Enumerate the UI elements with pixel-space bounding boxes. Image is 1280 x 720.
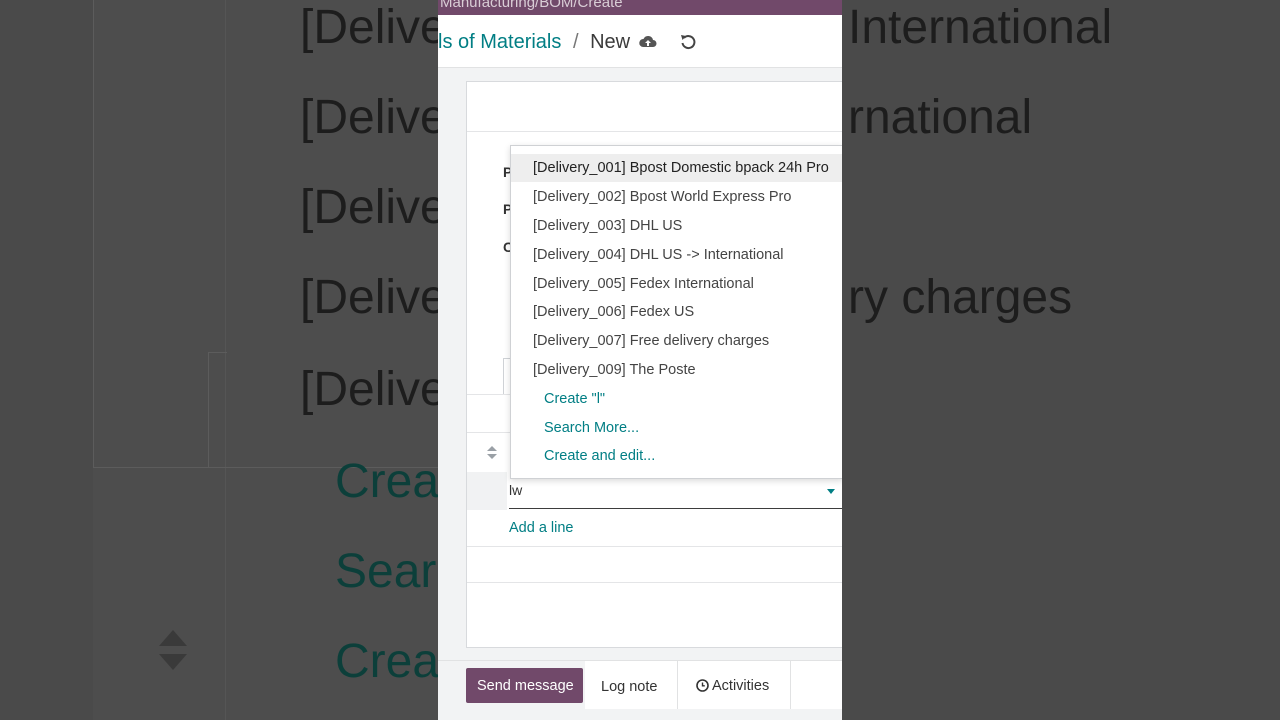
app-window: Manufacturing/BOM/Create ls of Materials…: [438, 0, 842, 720]
top-navbar: Manufacturing/BOM/Create: [438, 0, 842, 15]
background-text: [Delive: [300, 181, 447, 234]
autocomplete-dropdown: [Delivery_001] Bpost Domestic bpack 24h …: [510, 145, 842, 479]
clock-icon: [696, 679, 709, 692]
background-text: ry charges: [848, 271, 1073, 324]
dropdown-option[interactable]: [Delivery_001] Bpost Domestic bpack 24h …: [511, 154, 842, 182]
sheet-divider: [467, 131, 842, 132]
background-divider: [93, 0, 94, 468]
create-and-edit-option[interactable]: Create and edit...: [511, 442, 842, 470]
notebook-tab[interactable]: [503, 358, 510, 395]
background-text: [Delive: [300, 91, 447, 144]
chatter-topbar: Send message Log note Activities: [438, 660, 842, 720]
cloud-upload-icon[interactable]: [638, 32, 658, 52]
background-text: International: [848, 1, 1113, 54]
chatter-more: [791, 661, 842, 709]
navbar-title: Manufacturing/BOM/Create: [440, 0, 623, 11]
background-text: Creat: [335, 635, 453, 688]
log-note-button[interactable]: Log note: [585, 661, 678, 709]
dropdown-option[interactable]: [Delivery_004] DHL US -> International: [511, 241, 842, 269]
row-divider: [467, 546, 842, 547]
dropdown-option[interactable]: [Delivery_005] Fedex International: [511, 270, 842, 298]
background-text: [Delive: [300, 1, 447, 54]
background-text: [Delive: [300, 271, 447, 324]
sort-arrows-icon: [156, 630, 190, 674]
send-message-button[interactable]: Send message: [466, 668, 583, 703]
row-divider: [467, 582, 842, 583]
dropdown-option[interactable]: [Delivery_006] Fedex US: [511, 298, 842, 326]
background-text: [Delive: [300, 363, 447, 416]
dropdown-option[interactable]: [Delivery_007] Free delivery charges: [511, 327, 842, 355]
search-more-option[interactable]: Search More...: [511, 414, 842, 442]
dropdown-option[interactable]: [Delivery_002] Bpost World Express Pro: [511, 183, 842, 211]
product-input-value: lw: [509, 482, 523, 498]
undo-icon[interactable]: [678, 32, 698, 52]
row-handle[interactable]: [467, 472, 507, 510]
breadcrumb-current: New: [590, 31, 631, 53]
breadcrumb-separator: /: [572, 31, 579, 53]
chevron-down-icon[interactable]: [827, 489, 835, 494]
background-frame: [208, 352, 227, 468]
activities-button[interactable]: Activities: [678, 661, 791, 709]
breadcrumb: ls of Materials / New: [438, 31, 630, 54]
dropdown-option[interactable]: [Delivery_009] The Poste: [511, 356, 842, 384]
background-text: Creat: [335, 455, 453, 508]
dropdown-option[interactable]: [Delivery_003] DHL US: [511, 212, 842, 240]
background-text: rnational: [848, 91, 1033, 144]
create-option[interactable]: Create "l": [511, 385, 842, 413]
control-panel: ls of Materials / New: [438, 15, 842, 68]
add-line-link[interactable]: Add a line: [509, 520, 574, 536]
breadcrumb-parent-link[interactable]: ls of Materials: [438, 31, 561, 53]
sort-handle-icon: [485, 444, 499, 462]
